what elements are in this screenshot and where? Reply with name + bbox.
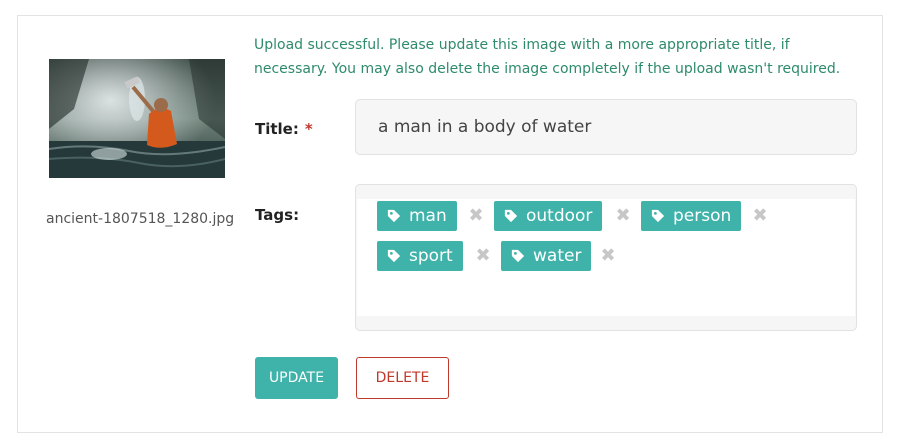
title-label: Title: * bbox=[255, 120, 313, 138]
tag-chip[interactable]: sport bbox=[377, 241, 463, 271]
remove-tag-icon[interactable]: ✖ bbox=[468, 201, 484, 231]
tag-icon bbox=[504, 209, 518, 223]
tag-label: sport bbox=[409, 246, 453, 266]
tag-chip[interactable]: man bbox=[377, 201, 457, 231]
uploaded-image-thumbnail[interactable] bbox=[49, 59, 225, 178]
tag-label: man bbox=[409, 206, 447, 226]
tags-label: Tags: bbox=[255, 206, 300, 224]
photo-illustration bbox=[49, 59, 225, 178]
tag-icon bbox=[387, 209, 401, 223]
remove-tag-icon[interactable]: ✖ bbox=[600, 241, 616, 271]
title-input[interactable] bbox=[355, 99, 857, 155]
required-asterisk: * bbox=[304, 120, 313, 138]
upload-success-message: Upload successful. Please update this im… bbox=[254, 37, 841, 77]
tag-icon bbox=[511, 249, 525, 263]
remove-tag-icon[interactable]: ✖ bbox=[615, 201, 631, 231]
tag-label: outdoor bbox=[526, 206, 593, 226]
tag-label: person bbox=[673, 206, 732, 226]
update-button[interactable]: UPDATE bbox=[255, 357, 338, 399]
tag-icon bbox=[651, 209, 665, 223]
tag-icon bbox=[387, 249, 401, 263]
title-label-text: Title: bbox=[255, 120, 299, 138]
remove-tag-icon[interactable]: ✖ bbox=[752, 201, 768, 231]
tag-label: water bbox=[533, 246, 582, 266]
tag-chip[interactable]: outdoor bbox=[494, 201, 603, 231]
image-filename: ancient-1807518_1280.jpg bbox=[46, 211, 235, 227]
remove-tag-icon[interactable]: ✖ bbox=[475, 241, 491, 271]
delete-button[interactable]: DELETE bbox=[356, 357, 449, 399]
tag-chip[interactable]: water bbox=[501, 241, 592, 271]
tag-chip[interactable]: person bbox=[641, 201, 742, 231]
